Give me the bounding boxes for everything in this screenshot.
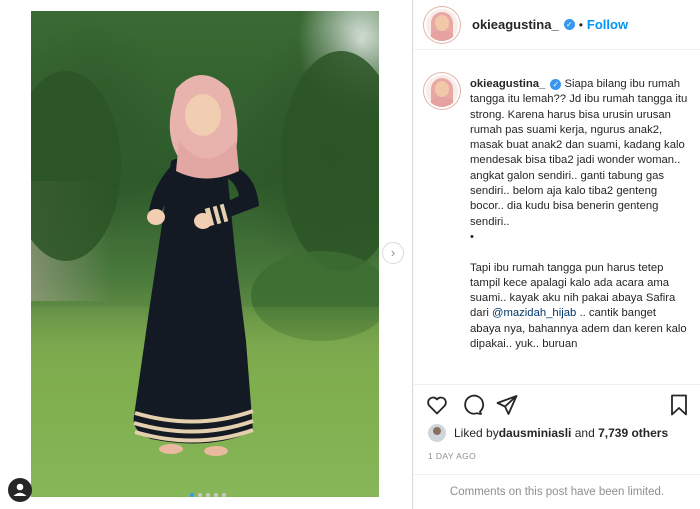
verified-badge-icon: ✓: [563, 19, 575, 30]
bookmark-icon[interactable]: [667, 393, 691, 417]
caption-text: okieagustina_ ✓ Siapa bilang ibu rumah ta…: [470, 77, 688, 352]
caption-section: okieagustina_ ✓ Siapa bilang ibu rumah ta…: [414, 58, 700, 384]
carousel-dot: [190, 493, 194, 497]
tagged-users-button[interactable]: [8, 478, 32, 502]
likes-prefix: Liked by: [454, 426, 499, 440]
caption-mention-link[interactable]: @mazidah_hijab: [492, 307, 576, 319]
carousel-dot: [214, 493, 218, 497]
liker-avatar[interactable]: [428, 424, 446, 442]
caption-body: Siapa bilang ibu rumah tangga itu lemah?…: [470, 78, 688, 320]
header-separator: •: [578, 17, 583, 32]
comments-limited-notice: Comments on this post have been limited.: [414, 474, 700, 509]
heart-icon[interactable]: [425, 393, 449, 417]
media-pane: ›: [0, 0, 413, 509]
post-details-pane: okieagustina_ ✓ • Follow okieagustina_ ✓ …: [414, 0, 700, 509]
carousel-dot: [198, 493, 202, 497]
post-photo[interactable]: [31, 11, 379, 497]
follow-button[interactable]: Follow: [587, 17, 628, 32]
likes-count[interactable]: 7,739 others: [598, 426, 668, 440]
post-timestamp[interactable]: 1 DAY AGO: [428, 451, 476, 461]
comment-icon[interactable]: [460, 393, 484, 417]
woman-in-abaya-figure: [133, 75, 259, 456]
post-header: okieagustina_ ✓ • Follow: [414, 0, 700, 50]
liker-username[interactable]: dausminiasli: [499, 426, 572, 440]
chevron-right-icon: ›: [390, 245, 396, 260]
caption-avatar[interactable]: [426, 75, 458, 107]
likes-summary: Liked by dausminiasli and 7,739 others: [428, 424, 668, 442]
share-icon[interactable]: [495, 393, 519, 417]
action-bar: [414, 384, 700, 424]
likes-middle: and: [571, 426, 599, 440]
header-username[interactable]: okieagustina_: [472, 17, 559, 32]
carousel-dot: [222, 493, 226, 497]
carousel-dot: [206, 493, 210, 497]
carousel-next-button[interactable]: ›: [382, 242, 404, 264]
caption-verified-badge-icon: ✓: [550, 79, 562, 90]
user-icon: [13, 483, 27, 496]
caption-username[interactable]: okieagustina_: [470, 78, 545, 90]
carousel-dots: [190, 493, 226, 497]
avatar[interactable]: [426, 8, 458, 41]
